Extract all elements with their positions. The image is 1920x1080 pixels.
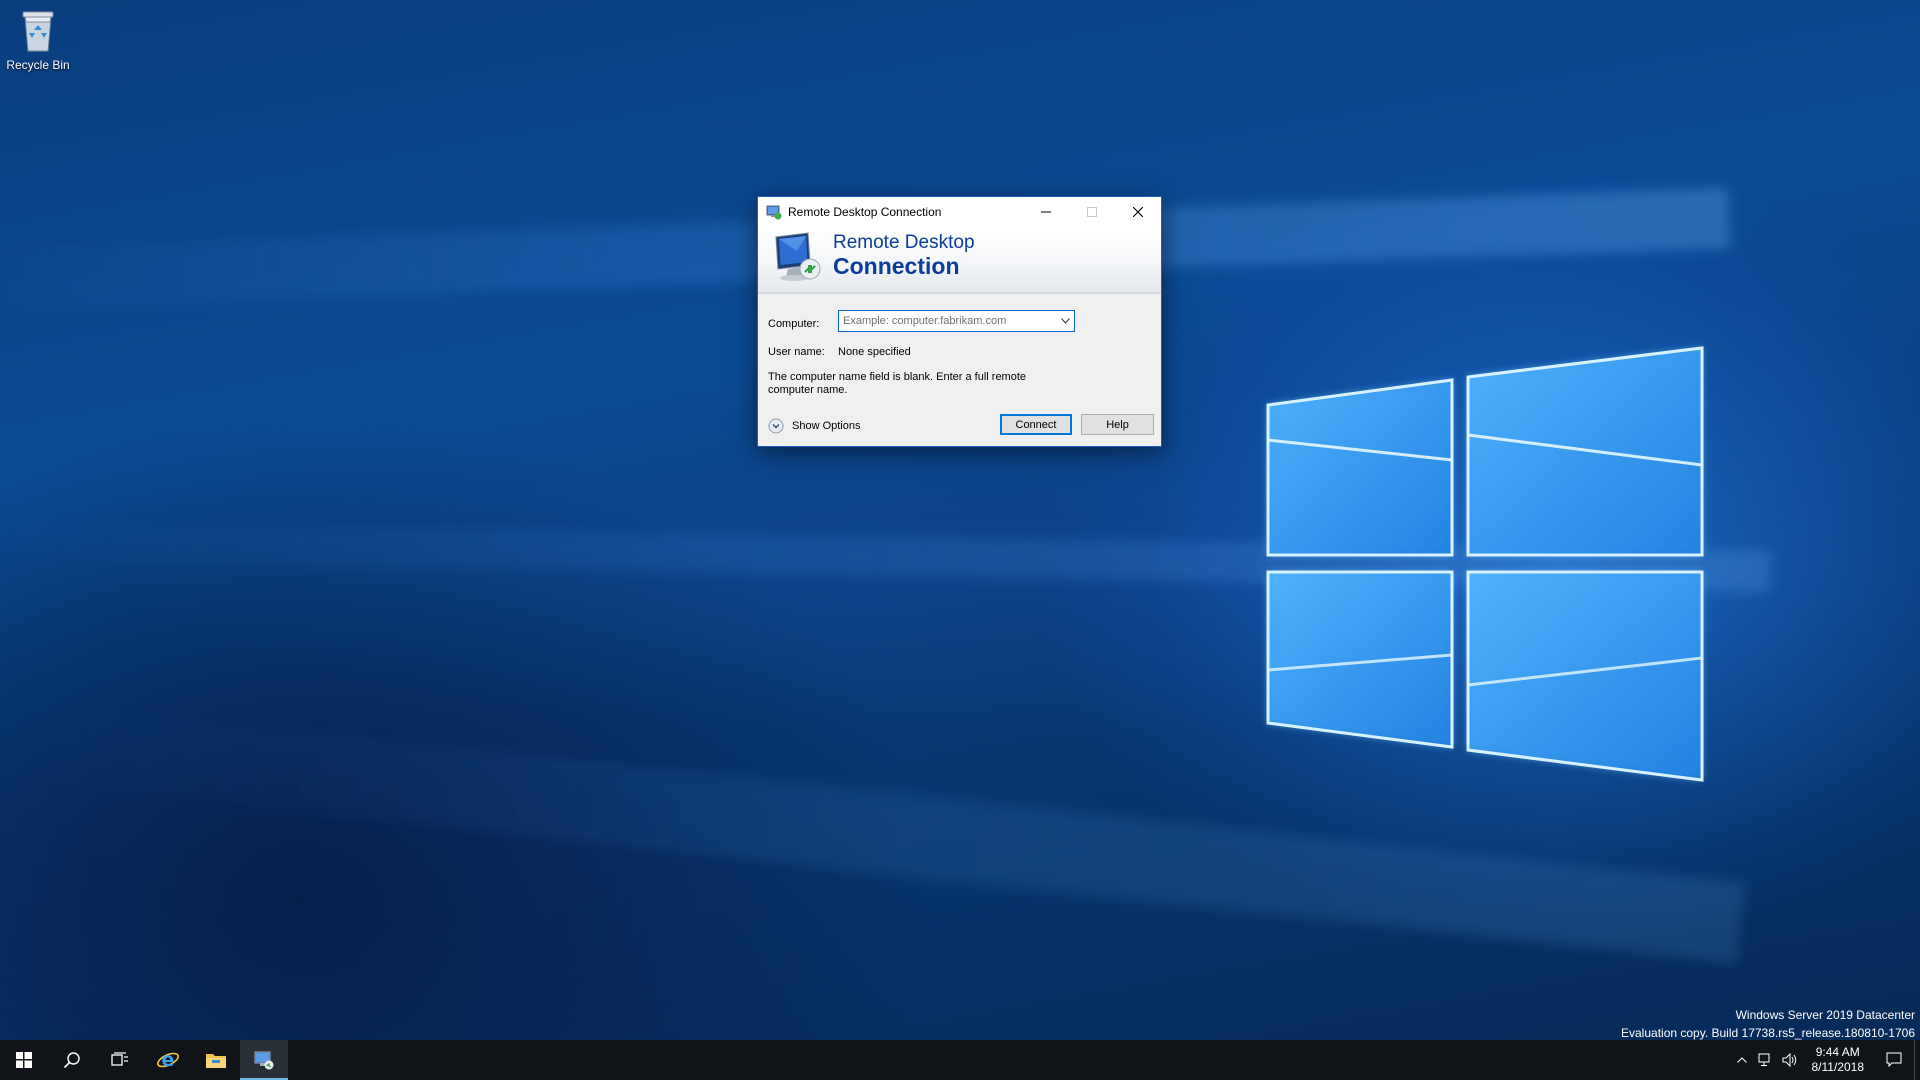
dialog-body: Computer: Example: computer.fabrikam.com… [758, 294, 1161, 446]
windows-logo-wallpaper [1266, 346, 1704, 782]
computer-dropdown-button[interactable] [1056, 311, 1074, 331]
minimize-icon [1041, 211, 1051, 212]
search-icon [63, 1052, 80, 1069]
taskbar-clock[interactable]: 9:44 AM 8/11/2018 [1802, 1045, 1875, 1075]
desktop-icon-recycle-bin[interactable]: Recycle Bin [4, 6, 72, 72]
remote-desktop-icon [254, 1051, 274, 1070]
close-icon [1133, 206, 1143, 217]
show-options-toggle[interactable]: Show Options [768, 418, 860, 434]
volume-button[interactable] [1778, 1040, 1802, 1080]
file-explorer-button[interactable] [192, 1040, 240, 1080]
taskbar: e 9:44 AM 8/11/2018 [0, 1040, 1920, 1080]
action-center-button[interactable] [1874, 1040, 1914, 1080]
remote-desktop-small-icon [766, 205, 782, 219]
start-icon [16, 1052, 32, 1068]
computer-input[interactable]: Example: computer.fabrikam.com [839, 315, 1056, 327]
banner-title-line2: Connection [833, 253, 960, 279]
computer-label: Computer: [768, 318, 820, 330]
maximize-icon [1087, 206, 1097, 217]
start-button[interactable] [0, 1040, 48, 1080]
chevron-down-icon [1060, 318, 1070, 324]
desktop-icon-label: Recycle Bin [6, 58, 70, 72]
network-button[interactable] [1754, 1040, 1778, 1080]
validation-message: The computer name field is blank. Enter … [768, 371, 1027, 396]
remote-desktop-large-icon [775, 232, 821, 281]
clock-date: 8/11/2018 [1811, 1060, 1865, 1074]
task-view-button[interactable] [96, 1040, 144, 1080]
speaker-icon [1782, 1053, 1796, 1067]
internet-explorer-button[interactable]: e [144, 1040, 192, 1080]
system-tray: 9:44 AM 8/11/2018 [1730, 1040, 1920, 1080]
show-hidden-icons-button[interactable] [1730, 1040, 1754, 1080]
desktop [0, 0, 1920, 1040]
chevron-up-icon [1736, 1057, 1747, 1063]
dialog-banner: Remote Desktop Connection [758, 226, 1161, 294]
internet-explorer-icon: e [157, 1049, 179, 1071]
task-view-icon [111, 1052, 128, 1066]
help-button[interactable]: Help [1081, 414, 1154, 435]
maximize-button[interactable] [1069, 197, 1115, 226]
notification-icon [1886, 1052, 1902, 1068]
banner-title-line1: Remote Desktop [833, 232, 975, 253]
remote-desktop-dialog: Remote Desktop Connection Remote Desktop [757, 196, 1162, 447]
computer-combobox[interactable]: Example: computer.fabrikam.com [838, 310, 1075, 332]
connect-button[interactable]: Connect [1000, 414, 1072, 435]
network-icon [1758, 1053, 1769, 1066]
expand-circle-icon [768, 418, 784, 434]
file-explorer-icon [206, 1054, 226, 1068]
search-button[interactable] [48, 1040, 96, 1080]
close-button[interactable] [1115, 197, 1161, 226]
username-label: User name: [768, 346, 825, 358]
os-watermark: Windows Server 2019 Datacenter Evaluatio… [1621, 1006, 1915, 1042]
svg-text:e: e [162, 1049, 175, 1071]
show-desktop-button[interactable] [1914, 1040, 1920, 1080]
dialog-titlebar[interactable]: Remote Desktop Connection [758, 197, 1161, 226]
watermark-edition: Windows Server 2019 Datacenter [1735, 1008, 1915, 1022]
clock-time: 9:44 AM [1815, 1045, 1860, 1059]
recycle-bin-icon [22, 11, 54, 52]
remote-desktop-taskbar-button[interactable] [240, 1040, 288, 1080]
minimize-button[interactable] [1023, 197, 1069, 226]
show-options-label: Show Options [792, 420, 861, 432]
dialog-title: Remote Desktop Connection [788, 204, 942, 219]
username-value: None specified [838, 346, 911, 358]
